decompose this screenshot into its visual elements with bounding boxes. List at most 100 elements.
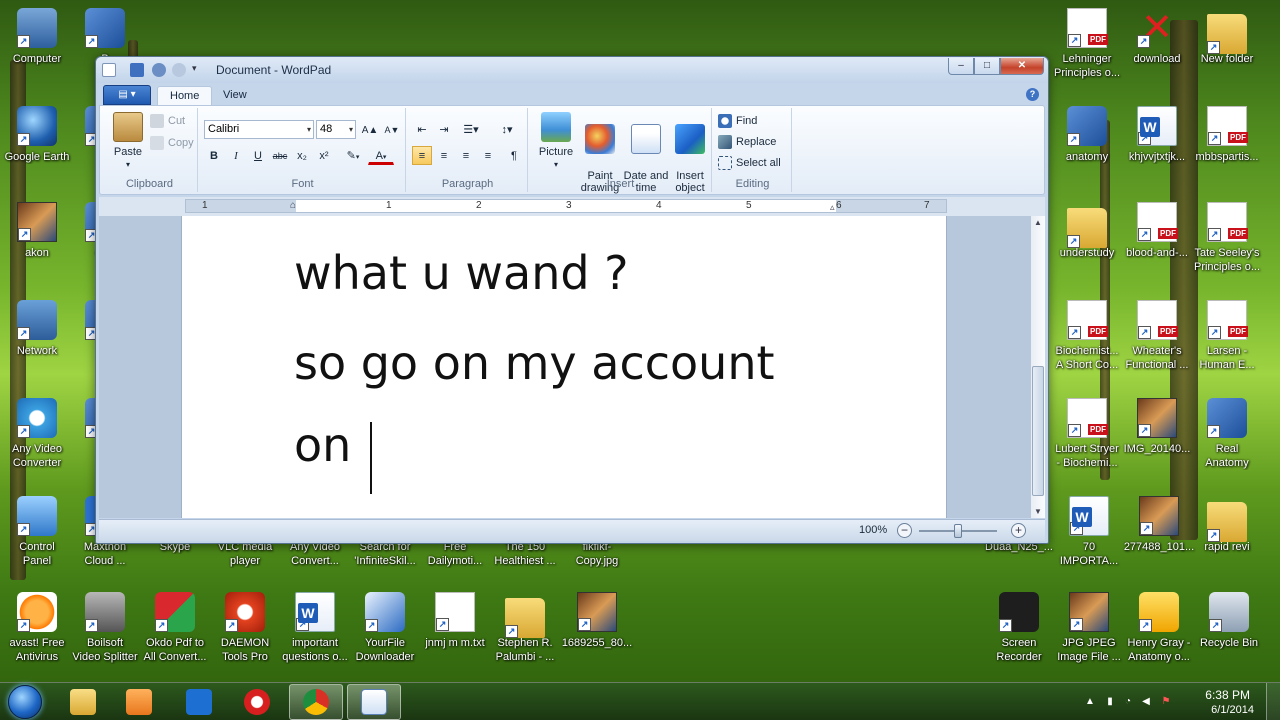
show-hidden-icons-icon[interactable]: ▲ [1084, 696, 1096, 708]
desktop-icon-akon[interactable]: ↗ akon [0, 200, 74, 280]
picture-button[interactable]: Picture ▾ [532, 112, 580, 171]
copy-button[interactable]: Copy [150, 136, 194, 150]
desktop-icon-avast[interactable]: ↗ avast! Free Antivirus [0, 590, 74, 670]
wordpad-window[interactable]: ▾ Document - WordPad – □ ✕ ▤ ▾ Home View… [95, 56, 1049, 544]
subscript-button[interactable]: x₂ [292, 146, 312, 165]
bold-button[interactable]: B [204, 146, 224, 165]
select-all-button[interactable]: Select all [718, 156, 781, 170]
save-icon[interactable] [130, 63, 144, 77]
desktop-icon-mbbs[interactable]: ↗ mbbspartis... [1190, 104, 1264, 184]
zoom-out-button[interactable]: − [897, 523, 912, 538]
decrease-indent-icon[interactable]: ⇤ [412, 120, 432, 139]
desktop-icon-277488[interactable]: ↗ 277488_101... [1122, 494, 1196, 574]
superscript-button[interactable]: x² [314, 146, 334, 165]
show-desktop-button[interactable] [1266, 683, 1280, 720]
customize-qat-icon[interactable]: ▾ [192, 63, 200, 77]
desktop-icon-computer[interactable]: ↗ Computer [0, 6, 74, 86]
document-line[interactable]: on [294, 418, 351, 472]
paste-button[interactable]: Paste ▾ [104, 112, 152, 171]
vertical-scrollbar[interactable]: ▲ ▼ [1031, 216, 1045, 518]
replace-button[interactable]: Replace [718, 135, 776, 149]
zoom-slider-thumb[interactable] [954, 524, 962, 538]
taskbar-opera[interactable] [230, 684, 284, 720]
desktop-icon-understudy[interactable]: ↗ understudy [1050, 200, 1124, 280]
desktop-icon-real-anatomy[interactable]: ↗ Real Anatomy [1190, 396, 1264, 476]
desktop-icon-img-2014[interactable]: ↗ IMG_20140... [1120, 396, 1194, 476]
document-page[interactable]: what u wand ? so go on my account on [181, 216, 947, 518]
clock-time[interactable]: 6:38 PM [1205, 688, 1250, 702]
desktop-icon-blood-and[interactable]: ↗ blood-and-... [1120, 200, 1194, 280]
align-right-icon[interactable]: ≡ [456, 146, 476, 165]
desktop-icon-anatomy[interactable]: ↗ anatomy [1050, 104, 1124, 184]
align-center-icon[interactable]: ≡ [434, 146, 454, 165]
desktop-icon-henry-gray[interactable]: ↗ Henry Gray - Anatomy o... [1122, 590, 1196, 670]
desktop-icon-boilsoft[interactable]: ↗ Boilsoft Video Splitter [68, 590, 142, 670]
taskbar-media-player[interactable] [112, 684, 166, 720]
taskbar-explorer[interactable] [56, 684, 110, 720]
title-bar[interactable]: ▾ Document - WordPad – □ ✕ [96, 57, 1048, 83]
desktop-icon-any-video[interactable]: ↗ Any Video Converter [0, 396, 74, 476]
minimize-button[interactable]: – [948, 58, 974, 75]
scroll-down-icon[interactable]: ▼ [1034, 507, 1042, 516]
desktop-icon-control-panel[interactable]: ↗ Control Panel [0, 494, 74, 574]
italic-button[interactable]: I [226, 146, 246, 165]
close-button[interactable]: ✕ [1000, 58, 1044, 75]
desktop-icon-download[interactable]: ✕ ↗ download [1120, 6, 1194, 86]
desktop-icon-lehninger[interactable]: ↗ Lehninger Principles o... [1050, 6, 1124, 86]
desktop-icon-daemon[interactable]: ↗ DAEMON Tools Pro [208, 590, 282, 670]
font-color-button[interactable]: A▾ [368, 146, 394, 165]
desktop-icon-jnmj[interactable]: ↗ jnmj m m.txt [418, 590, 492, 670]
bullets-icon[interactable]: ☰▾ [456, 120, 486, 139]
desktop-icon-recycle-bin[interactable]: ↗ Recycle Bin [1192, 590, 1266, 670]
wifi-icon[interactable]: ◔ [1122, 696, 1134, 708]
application-menu-button[interactable]: ▤ ▾ [103, 85, 151, 105]
document-line[interactable]: so go on my account [294, 336, 775, 390]
desktop-icon-google-earth[interactable]: ↗ Google Earth [0, 104, 74, 184]
ruler[interactable]: 1 1 2 3 4 5 6 7 ⌂ ▵ [99, 197, 1045, 216]
cut-button[interactable]: Cut [150, 114, 185, 128]
desktop-icon-rapid-revi[interactable]: ↗ rapid revi [1190, 494, 1264, 574]
justify-icon[interactable]: ≡ [478, 146, 498, 165]
network-signal-icon[interactable]: ▮ [1104, 696, 1116, 708]
scroll-thumb[interactable] [1032, 366, 1044, 496]
desktop-icon-larsen[interactable]: ↗ Larsen - Human E... [1190, 298, 1264, 378]
grow-font-button[interactable]: A▲ [360, 120, 380, 139]
desktop-icon-1689255[interactable]: ↗ 1689255_80... [560, 590, 634, 670]
desktop-icon-khjvvj[interactable]: ↗ khjvvjtxtjk... [1120, 104, 1194, 184]
desktop-icon-yourfile[interactable]: ↗ YourFile Downloader [348, 590, 422, 670]
help-icon[interactable]: ? [1026, 88, 1039, 101]
document-line[interactable]: what u wand ? [294, 246, 629, 300]
strikethrough-button[interactable]: abc [270, 146, 290, 165]
align-left-icon[interactable]: ≡ [412, 146, 432, 165]
start-button[interactable] [2, 683, 48, 720]
line-spacing-icon[interactable]: ↕▾ [492, 120, 522, 139]
font-size-select[interactable]: 48 ▾ [316, 120, 356, 139]
action-center-icon[interactable]: ⚑ [1160, 696, 1172, 708]
right-indent-marker-icon[interactable]: ▵ [830, 202, 835, 213]
scroll-up-icon[interactable]: ▲ [1034, 218, 1042, 227]
indent-marker-icon[interactable]: ⌂ [290, 200, 296, 211]
taskbar-chrome[interactable] [289, 684, 343, 720]
maximize-button[interactable]: □ [974, 58, 1000, 75]
redo-icon[interactable] [172, 63, 186, 77]
desktop-icon-jpg-jpeg[interactable]: ↗ JPG JPEG Image File ... [1052, 590, 1126, 670]
desktop-icon-new-folder[interactable]: ↗ New folder [1190, 6, 1264, 86]
tab-view[interactable]: View [211, 86, 259, 106]
desktop-icon-screen-recorder[interactable]: ↗ Screen Recorder [982, 590, 1056, 670]
volume-icon[interactable]: ◀ [1140, 696, 1152, 708]
clock-date[interactable]: 6/1/2014 [1211, 704, 1254, 716]
desktop-icon-lubert[interactable]: ↗ Lubert Stryer - Biochemi... [1050, 396, 1124, 476]
desktop-icon-70-importa[interactable]: ↗ 70 IMPORTA... [1052, 494, 1126, 574]
desktop-icon-biochemist[interactable]: ↗ Biochemist... A Short Co... [1050, 298, 1124, 378]
desktop-icon-wheater[interactable]: ↗ Wheater's Functional ... [1120, 298, 1194, 378]
taskbar-maxthon[interactable] [172, 684, 226, 720]
desktop-icon-okdo[interactable]: ↗ Okdo Pdf to All Convert... [138, 590, 212, 670]
undo-icon[interactable] [152, 63, 166, 77]
taskbar-wordpad[interactable] [347, 684, 401, 720]
paragraph-settings-icon[interactable]: ¶ [504, 146, 524, 165]
tab-home[interactable]: Home [157, 86, 213, 106]
desktop-icon-stephen[interactable]: ↗ Stephen R. Palumbi - ... [488, 590, 562, 670]
document-area[interactable]: what u wand ? so go on my account on [99, 216, 1031, 518]
desktop-icon-network[interactable]: ↗ Network [0, 298, 74, 378]
zoom-in-button[interactable]: + [1011, 523, 1026, 538]
